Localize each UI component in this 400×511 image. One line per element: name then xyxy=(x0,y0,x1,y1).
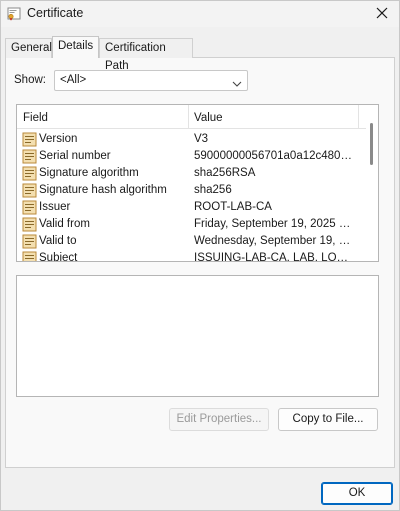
list-item[interactable]: Subject ISSUING-LAB-CA, LAB, LOCAL xyxy=(17,250,367,262)
certificate-field-icon xyxy=(22,149,37,164)
certificate-field-icon xyxy=(22,200,37,215)
list-item[interactable]: Valid to Wednesday, September 19, 2... xyxy=(17,233,367,250)
field-name: Version xyxy=(39,133,78,145)
certificate-field-icon xyxy=(22,217,37,232)
field-name: Signature hash algorithm xyxy=(39,184,167,196)
certificate-field-icon xyxy=(22,166,37,181)
list-item[interactable]: Signature hash algorithm sha256 xyxy=(17,182,367,199)
certificate-field-icon xyxy=(22,251,37,261)
chevron-down-icon xyxy=(232,76,242,87)
copy-to-file-button[interactable]: Copy to File... xyxy=(278,408,378,431)
field-list[interactable]: Field Value Version V3 Serial number 590000… xyxy=(16,104,379,262)
field-name: Valid to xyxy=(39,235,77,247)
certificate-dialog: Certificate General Details Certificatio… xyxy=(0,0,400,511)
list-scrollbar[interactable] xyxy=(366,105,378,261)
certificate-field-icon xyxy=(22,132,37,147)
close-button[interactable] xyxy=(365,1,399,27)
field-value: sha256 xyxy=(194,184,232,196)
list-item[interactable]: Serial number 59000000056701a0a12c480b... xyxy=(17,148,367,165)
tab-details[interactable]: Details xyxy=(52,36,99,58)
window-title: Certificate xyxy=(27,6,84,20)
list-item[interactable]: Issuer ROOT-LAB-CA xyxy=(17,199,367,216)
field-value: 59000000056701a0a12c480b... xyxy=(194,150,354,162)
list-item[interactable]: Valid from Friday, September 19, 2025 3..… xyxy=(17,216,367,233)
certificate-field-icon xyxy=(22,234,37,249)
field-name: Serial number xyxy=(39,150,111,162)
list-header: Field Value xyxy=(17,105,378,129)
field-value: V3 xyxy=(194,133,209,145)
column-divider xyxy=(358,105,359,129)
show-dropdown[interactable]: <All> xyxy=(54,70,248,91)
tab-general[interactable]: General xyxy=(5,38,52,58)
column-divider[interactable] xyxy=(188,105,189,129)
field-name: Subject xyxy=(39,252,78,262)
tab-certification-path[interactable]: Certification Path xyxy=(99,38,193,72)
list-item[interactable]: Version V3 xyxy=(17,131,367,148)
field-name: Issuer xyxy=(39,201,71,213)
show-dropdown-value: <All> xyxy=(60,74,87,86)
title-bar: Certificate xyxy=(1,1,399,27)
field-value: sha256RSA xyxy=(194,167,256,179)
field-value: Wednesday, September 19, 2... xyxy=(194,235,354,247)
field-name: Signature algorithm xyxy=(39,167,139,179)
close-icon xyxy=(376,7,388,22)
field-value: ISSUING-LAB-CA, LAB, LOCAL xyxy=(194,252,354,262)
field-detail-box[interactable] xyxy=(16,275,379,397)
show-label: Show: xyxy=(14,74,46,86)
list-rows: Version V3 Serial number 59000000056701a0a1… xyxy=(17,131,367,262)
scrollbar-thumb[interactable] xyxy=(370,123,373,165)
certificate-field-icon xyxy=(22,183,37,198)
certificate-icon xyxy=(7,7,21,21)
ok-button[interactable]: OK xyxy=(321,482,393,505)
field-value: ROOT-LAB-CA xyxy=(194,201,272,213)
column-header-field[interactable]: Field xyxy=(23,112,48,124)
field-name: Valid from xyxy=(39,218,90,230)
edit-properties-button[interactable]: Edit Properties... xyxy=(169,408,269,431)
column-header-value[interactable]: Value xyxy=(194,112,223,124)
field-value: Friday, September 19, 2025 3... xyxy=(194,218,354,230)
list-item[interactable]: Signature algorithm sha256RSA xyxy=(17,165,367,182)
